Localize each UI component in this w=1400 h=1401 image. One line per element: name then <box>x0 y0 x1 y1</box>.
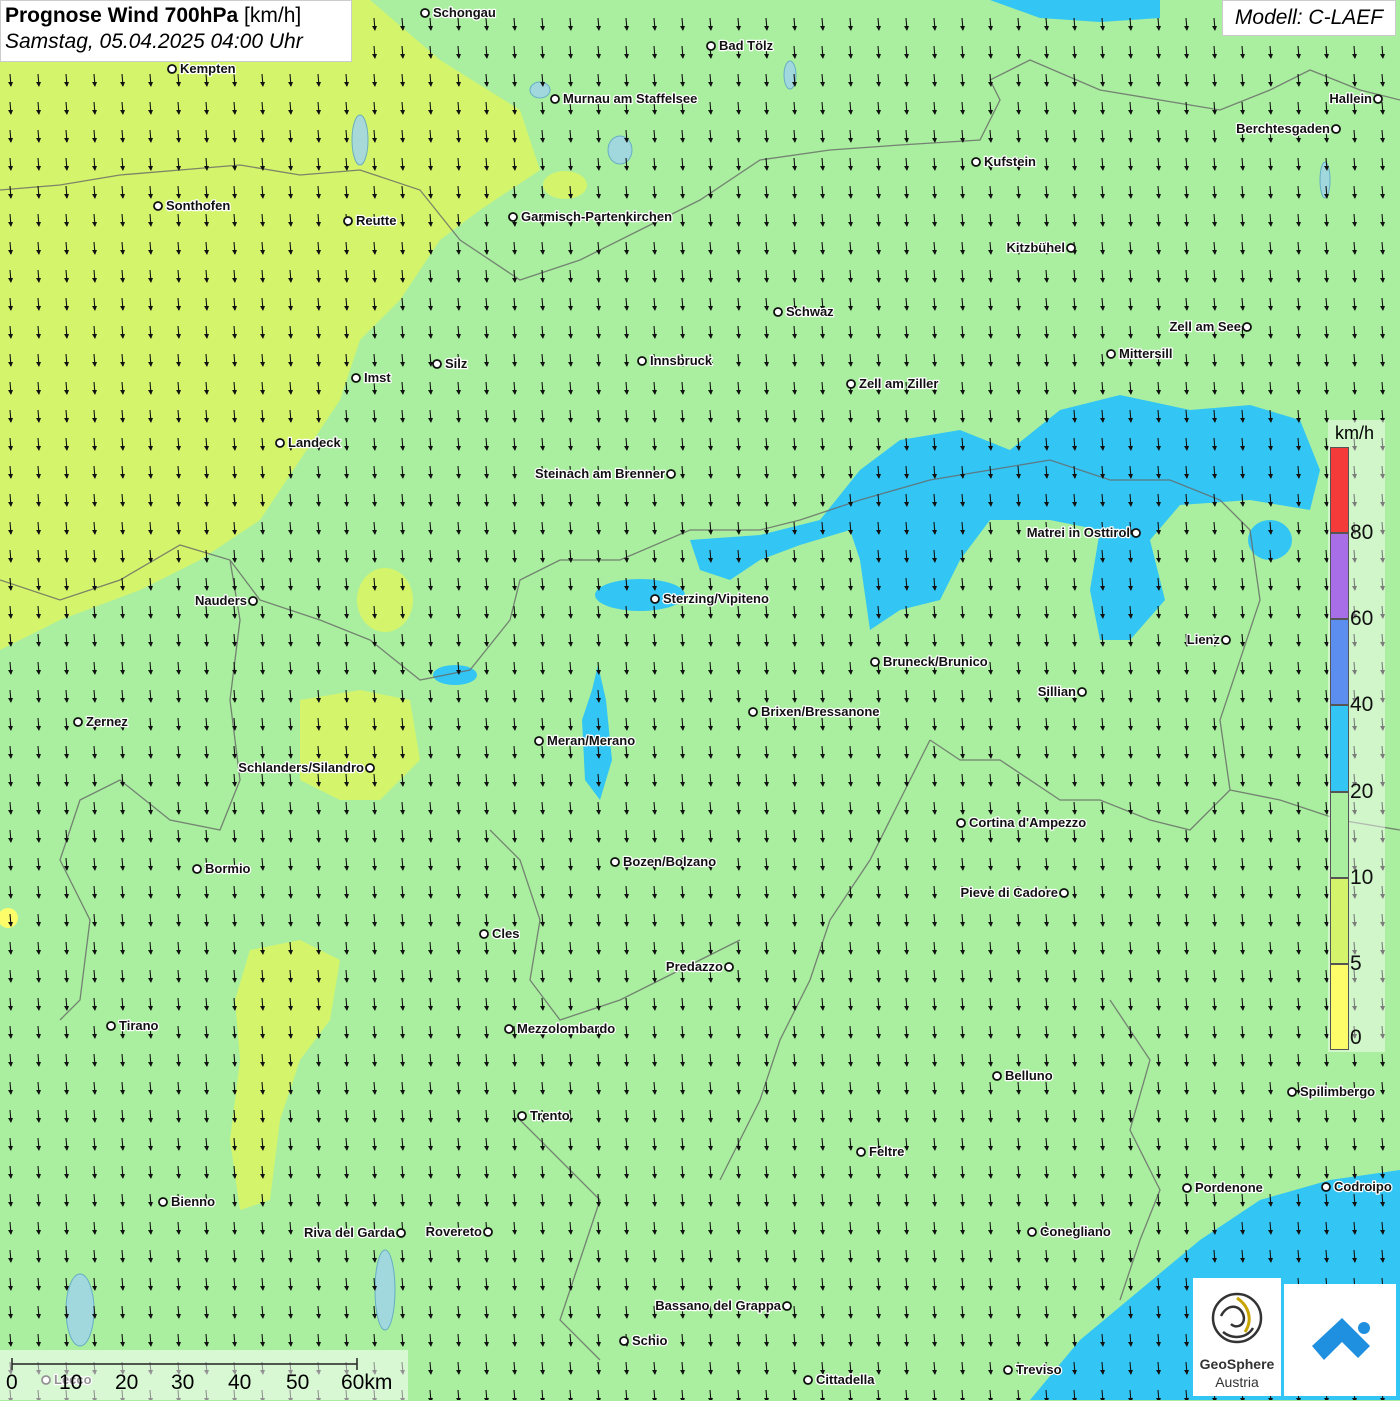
wind-zone-5-10-spot2 <box>357 568 413 632</box>
wind-zone-20-40-spot <box>433 665 477 685</box>
wind-map: SchongauBad TölzKemptenMurnau am Staffel… <box>0 0 1400 1400</box>
wind-zone-5-10-spot <box>543 171 587 199</box>
